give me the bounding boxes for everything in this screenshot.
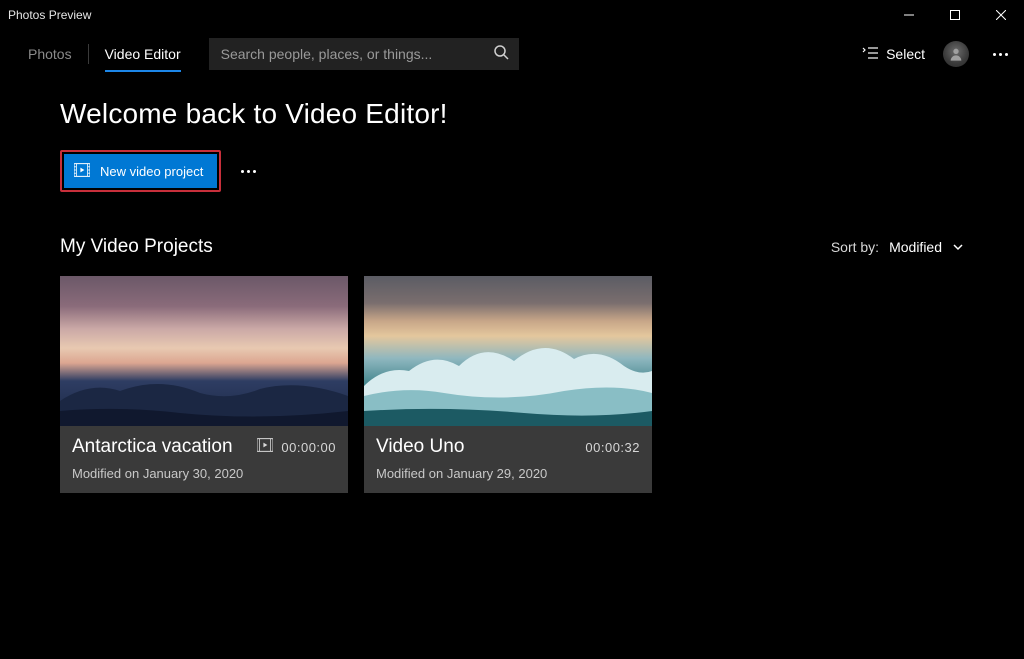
sort-value-dropdown[interactable]: Modified [889,239,964,255]
project-modified: Modified on January 30, 2020 [72,466,336,481]
search-icon [487,44,509,65]
sort-value-text: Modified [889,239,942,255]
new-video-project-button[interactable]: New video project [64,154,217,188]
main-content: Welcome back to Video Editor! [0,78,1024,493]
tab-divider [88,44,89,64]
new-video-project-label: New video project [100,164,203,179]
select-icon [862,46,878,63]
project-title: Antarctica vacation [72,436,233,458]
project-thumbnail [364,276,652,426]
project-card[interactable]: Antarctica vacation 00:00:00 [60,276,348,493]
nav-tabs: Photos Video Editor [14,30,195,78]
minimize-button[interactable] [886,0,932,30]
actions-more-button[interactable] [235,164,262,179]
more-button[interactable] [987,47,1014,62]
section-title: My Video Projects [60,236,213,258]
project-title: Video Uno [376,436,464,458]
command-bar: Photos Video Editor [0,30,1024,78]
search-box[interactable] [209,38,519,70]
search-input[interactable] [219,45,487,63]
project-card-footer: Video Uno 00:00:32 Modified on January 2… [364,426,652,493]
close-button[interactable] [978,0,1024,30]
tab-video-editor-label: Video Editor [105,46,181,62]
projects-header: My Video Projects Sort by: Modified [60,236,964,258]
maximize-button[interactable] [932,0,978,30]
window-controls [886,0,1024,30]
tab-photos[interactable]: Photos [14,30,86,78]
project-duration: 00:00:32 [585,440,640,455]
user-icon [948,46,964,62]
actions-row: New video project [60,150,964,192]
avatar[interactable] [943,41,969,67]
command-bar-right: Select [862,41,1014,67]
tab-photos-label: Photos [28,46,72,62]
sort-label: Sort by: [831,239,879,255]
maximize-icon [950,10,960,20]
new-project-highlight: New video project [60,150,221,192]
project-modified: Modified on January 29, 2020 [376,466,640,481]
chevron-down-icon [952,241,964,253]
video-project-icon [257,438,273,457]
project-card[interactable]: Video Uno 00:00:32 Modified on January 2… [364,276,652,493]
project-cards: Antarctica vacation 00:00:00 [60,276,964,493]
project-thumbnail [60,276,348,426]
select-button[interactable]: Select [862,46,925,63]
select-label: Select [886,46,925,62]
title-bar: Photos Preview [0,0,1024,30]
welcome-heading: Welcome back to Video Editor! [60,98,964,130]
tab-video-editor[interactable]: Video Editor [91,30,195,78]
minimize-icon [904,10,914,20]
video-project-icon [74,163,90,180]
project-card-footer: Antarctica vacation 00:00:00 [60,426,348,493]
sort-control[interactable]: Sort by: Modified [831,239,964,255]
window-title: Photos Preview [8,8,91,22]
close-icon [996,10,1006,20]
project-duration: 00:00:00 [281,440,336,455]
